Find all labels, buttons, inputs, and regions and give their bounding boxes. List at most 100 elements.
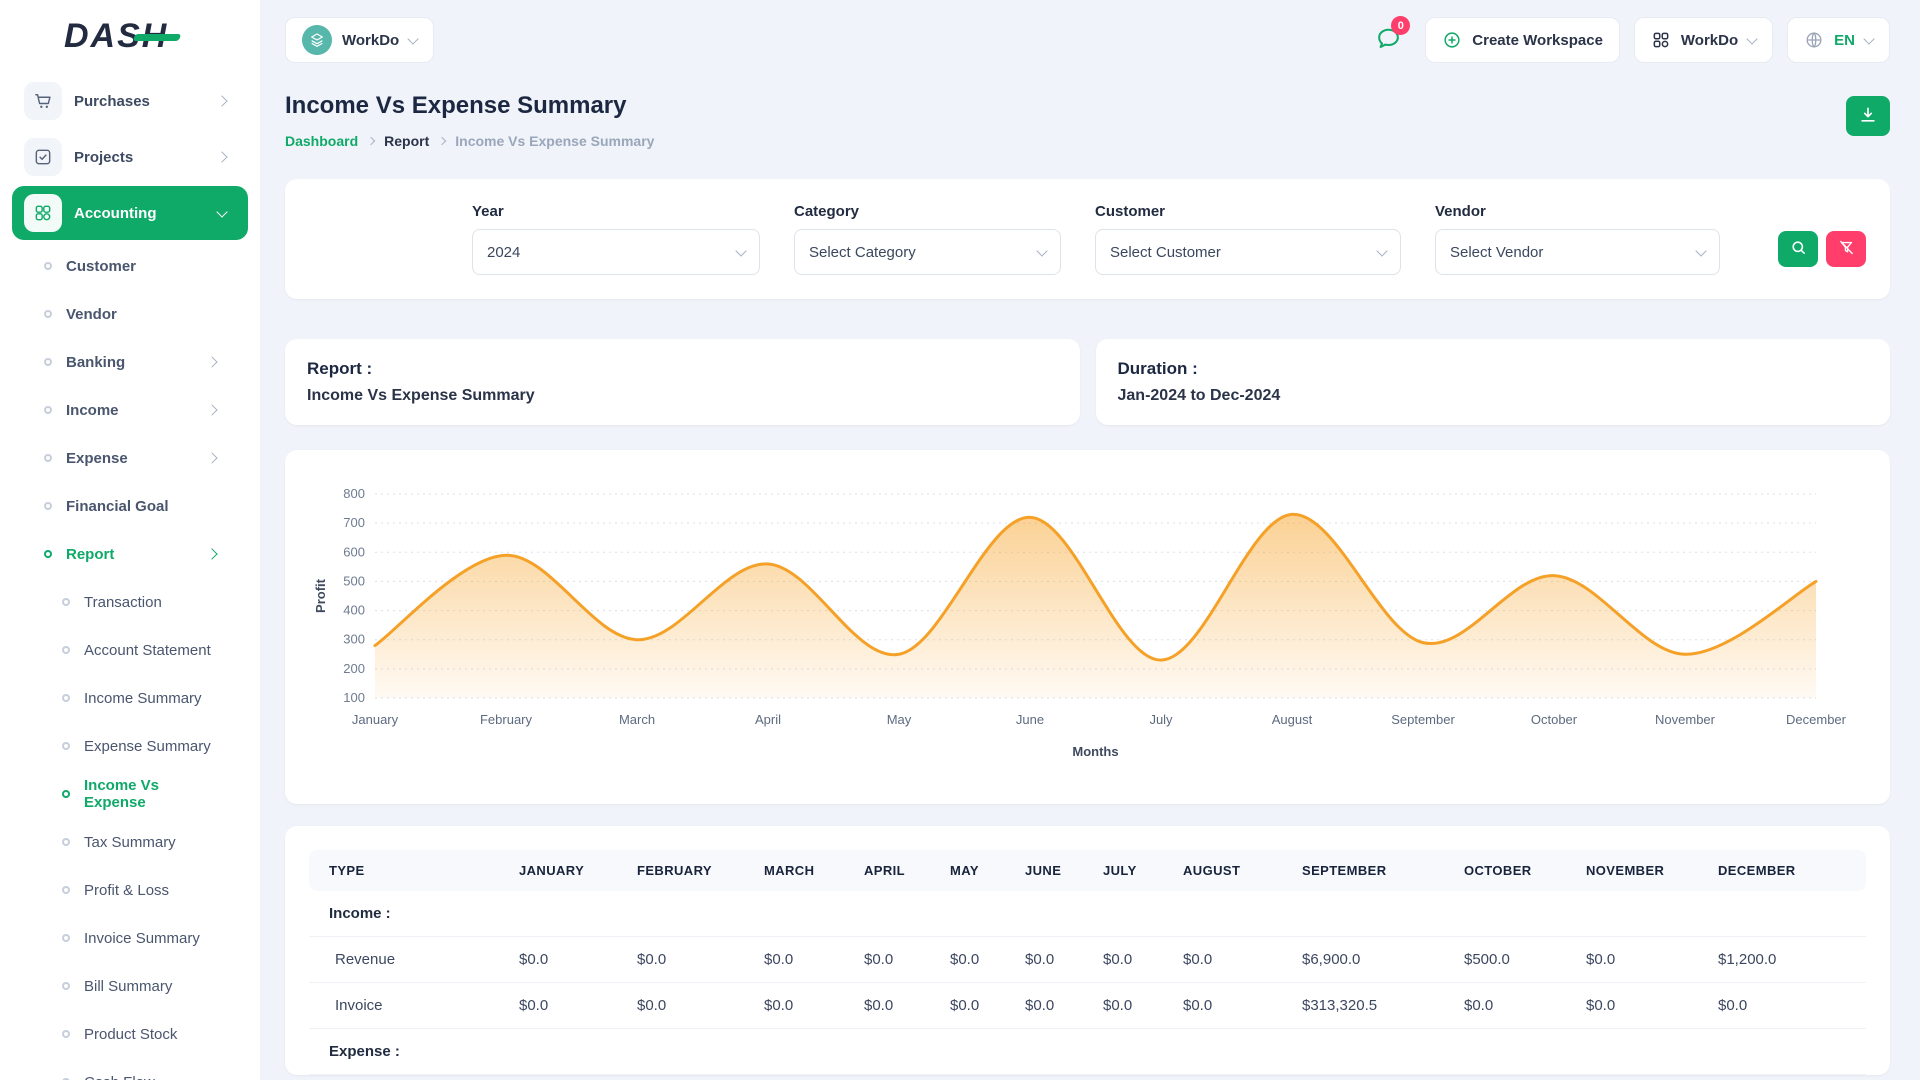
sidebar-subitem-bill-summary[interactable]: Bill Summary: [0, 962, 260, 1010]
bullet-icon: [62, 598, 70, 606]
sidebar-item-purchases[interactable]: Purchases: [12, 74, 248, 128]
category-select[interactable]: Select Category: [794, 229, 1061, 275]
chevron-right-icon: [206, 452, 217, 463]
bullet-icon: [62, 742, 70, 750]
table-cell: $500.0: [1454, 937, 1576, 983]
sidebar-subitem-banking[interactable]: Banking: [0, 338, 260, 386]
bullet-icon: [62, 1030, 70, 1038]
sidebar-subitem-income-summary[interactable]: Income Summary: [0, 674, 260, 722]
table-cell: $0.0: [627, 983, 754, 1029]
sidebar-subitem-label: Income Vs Expense: [84, 777, 216, 811]
create-workspace-label: Create Workspace: [1472, 32, 1603, 49]
breadcrumb-current: Income Vs Expense Summary: [455, 133, 654, 149]
chevron-right-icon: [438, 137, 446, 145]
table-cell: $0.0: [1015, 983, 1093, 1029]
sidebar-subitem-label: Expense: [66, 450, 128, 467]
apps-grid-icon: [1651, 30, 1671, 50]
breadcrumb: Dashboard Report Income Vs Expense Summa…: [285, 133, 654, 149]
table-column-header: FEBRUARY: [627, 850, 754, 891]
table-column-header: MARCH: [754, 850, 854, 891]
workdo-menu-button[interactable]: WorkDo: [1634, 17, 1773, 63]
messages-button[interactable]: 0: [1365, 17, 1411, 63]
sidebar-subitem-report[interactable]: Report: [0, 530, 260, 578]
chevron-down-icon: [1863, 33, 1874, 44]
main-content: WorkDo 0 Create Workspace WorkDo: [260, 0, 1920, 1080]
svg-text:November: November: [1655, 712, 1716, 727]
sidebar-subitem-transaction[interactable]: Transaction: [0, 578, 260, 626]
bullet-icon: [44, 358, 52, 366]
sidebar-subitem-invoice-summary[interactable]: Invoice Summary: [0, 914, 260, 962]
download-report-button[interactable]: [1846, 96, 1890, 136]
bullet-icon: [62, 934, 70, 942]
sidebar-subitem-label: Expense Summary: [84, 738, 211, 755]
bullet-icon: [44, 550, 52, 558]
cart-icon: [24, 82, 62, 120]
table-cell: $0.0: [509, 983, 627, 1029]
sidebar-item-accounting[interactable]: Accounting: [12, 186, 248, 240]
table-cell: $0.0: [1576, 983, 1708, 1029]
sidebar-subitem-income-vs-expense[interactable]: Income Vs Expense: [0, 770, 260, 818]
filter-category: Category Select Category: [794, 203, 1061, 275]
page-title: Income Vs Expense Summary: [285, 92, 654, 120]
bullet-icon: [62, 838, 70, 846]
sidebar-subitem-account-statement[interactable]: Account Statement: [0, 626, 260, 674]
sidebar-subitem-profit-loss[interactable]: Profit & Loss: [0, 866, 260, 914]
table-row: Invoice$0.0$0.0$0.0$0.0$0.0$0.0$0.0$0.0$…: [309, 983, 1866, 1029]
chevron-right-icon: [206, 356, 217, 367]
table-cell: $1,200.0: [1708, 937, 1866, 983]
app-logo[interactable]: DASH: [0, 0, 260, 72]
table-cell: $0.0: [1576, 937, 1708, 983]
chevron-down-icon: [1746, 33, 1757, 44]
vendor-select[interactable]: Select Vendor: [1435, 229, 1720, 275]
chevron-down-icon: [735, 245, 746, 256]
svg-text:Profit: Profit: [313, 578, 328, 613]
table-cell: $0.0: [627, 937, 754, 983]
table-cell: $0.0: [1093, 937, 1173, 983]
workspace-avatar-icon: [302, 25, 332, 55]
sidebar-subitem-label: Vendor: [66, 306, 117, 323]
sidebar-subitem-tax-summary[interactable]: Tax Summary: [0, 818, 260, 866]
table-column-header: JUNE: [1015, 850, 1093, 891]
workspace-selector[interactable]: WorkDo: [285, 17, 434, 63]
chevron-down-icon: [1695, 245, 1706, 256]
customer-label: Customer: [1095, 203, 1401, 220]
table-column-header: DECEMBER: [1708, 850, 1866, 891]
sidebar-subitem-vendor[interactable]: Vendor: [0, 290, 260, 338]
chevron-right-icon: [216, 95, 227, 106]
language-selector[interactable]: EN: [1787, 17, 1890, 63]
create-workspace-button[interactable]: Create Workspace: [1425, 17, 1620, 63]
table-column-header: NOVEMBER: [1576, 850, 1708, 891]
category-icon: [24, 194, 62, 232]
svg-text:April: April: [755, 712, 781, 727]
sidebar-subitem-expense[interactable]: Expense: [0, 434, 260, 482]
customer-select[interactable]: Select Customer: [1095, 229, 1401, 275]
sidebar-subitem-financial-goal[interactable]: Financial Goal: [0, 482, 260, 530]
sidebar-subitem-expense-summary[interactable]: Expense Summary: [0, 722, 260, 770]
apply-filter-button[interactable]: [1778, 231, 1818, 267]
sidebar-subitem-label: Income Summary: [84, 690, 202, 707]
svg-text:February: February: [480, 712, 533, 727]
chevron-down-icon: [408, 33, 419, 44]
sidebar-subitem-cash-flow[interactable]: Cash Flow: [0, 1058, 260, 1080]
sidebar-subitem-product-stock[interactable]: Product Stock: [0, 1010, 260, 1058]
table-column-header: AUGUST: [1173, 850, 1292, 891]
bullet-icon: [44, 454, 52, 462]
svg-text:March: March: [619, 712, 655, 727]
table-column-header: TYPE: [309, 850, 509, 891]
sidebar-subitem-income[interactable]: Income: [0, 386, 260, 434]
sidebar-item-projects[interactable]: Projects: [12, 130, 248, 184]
sidebar-subitem-customer[interactable]: Customer: [0, 242, 260, 290]
bullet-icon: [62, 646, 70, 654]
sidebar-subitem-label: Bill Summary: [84, 978, 172, 995]
chart-card: 100200300400500600700800JanuaryFebruaryM…: [285, 450, 1890, 804]
year-select[interactable]: 2024: [472, 229, 760, 275]
filter-year: Year 2024: [472, 203, 760, 275]
download-icon: [1858, 105, 1878, 128]
messages-badge: 0: [1391, 16, 1410, 35]
sidebar: DASH PurchasesProjectsAccountingCustomer…: [0, 0, 260, 1080]
table-cell: $0.0: [940, 983, 1015, 1029]
breadcrumb-report-link[interactable]: Report: [384, 133, 429, 149]
reset-filter-button[interactable]: [1826, 231, 1866, 267]
breadcrumb-dashboard-link[interactable]: Dashboard: [285, 133, 358, 149]
table-cell: $0.0: [1454, 983, 1576, 1029]
